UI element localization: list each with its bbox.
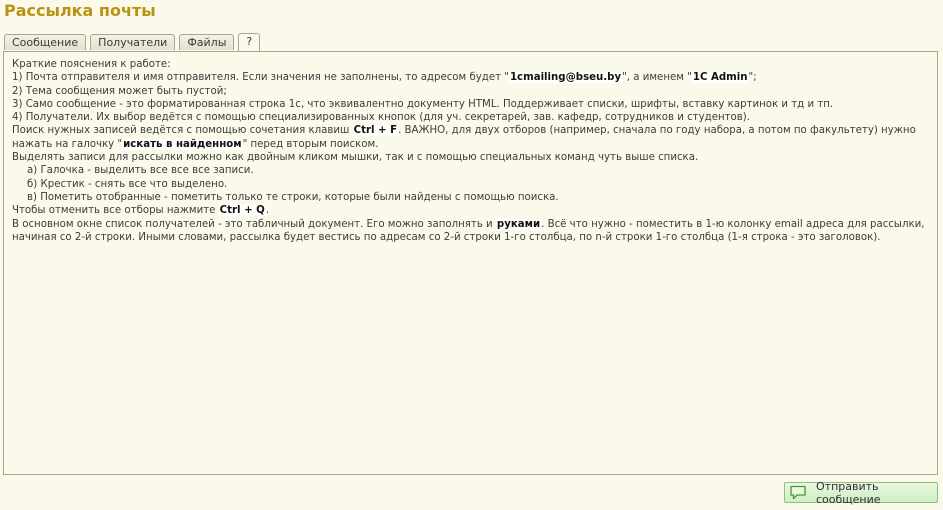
help-cancel-end: .	[265, 205, 270, 217]
help-item-3: 3) Само сообщение - это форматированная …	[12, 98, 834, 110]
manual-fill-word: руками	[495, 218, 542, 230]
mail-window: Рассылка почты Сообщение Получатели Файл…	[0, 0, 943, 510]
help-item-1: 1) Почта отправителя и имя отправителя. …	[12, 71, 930, 84]
search-shortcut: Ctrl + F	[352, 125, 399, 137]
help-panel: Краткие пояснения к работе: 1) Почта отп…	[3, 51, 938, 475]
help-recipients-text: В основном окне список получателей - это…	[12, 218, 496, 230]
help-select-b: б) Крестик - снять все что выделено.	[27, 178, 228, 190]
window-title: Рассылка почты	[4, 1, 156, 20]
send-message-label: Отправить сообщение	[816, 479, 881, 506]
help-select-a: а) Галочка - выделить все все все записи…	[27, 165, 254, 177]
help-item-1-end: ";	[748, 72, 757, 84]
help-select-c: в) Пометить отобранные - пометить только…	[27, 191, 559, 203]
help-recipients: В основном окне список получателей - это…	[12, 218, 930, 245]
default-sender-email: 1cmailing@bseu.by	[508, 72, 623, 84]
default-sender-name: 1C Admin	[691, 72, 749, 84]
cancel-shortcut: Ctrl + Q	[218, 205, 266, 217]
help-search: Поиск нужных записей ведётся с помощью с…	[12, 124, 930, 151]
search-in-found-flag: искать в найденном	[122, 138, 243, 150]
speech-bubble-icon	[789, 485, 807, 501]
tab-bar: Сообщение Получатели Файлы ?	[4, 33, 261, 51]
help-item-4: 4) Получатели. Их выбор ведётся с помощь…	[12, 112, 751, 124]
help-cancel: Чтобы отменить все отборы нажмите Ctrl +…	[12, 204, 930, 217]
help-text: Краткие пояснения к работе: 1) Почта отп…	[12, 58, 930, 244]
send-message-button[interactable]: Отправить сообщение	[784, 479, 938, 506]
help-select-intro: Выделять записи для рассылки можно как д…	[12, 152, 699, 164]
tab-message[interactable]: Сообщение	[4, 34, 87, 50]
help-intro: Краткие пояснения к работе:	[12, 59, 171, 70]
tab-files[interactable]: Файлы	[179, 34, 235, 50]
help-cancel-text: Чтобы отменить все отборы нажмите	[12, 205, 219, 217]
help-search-end: " перед вторым поиском.	[242, 138, 379, 150]
help-search-text: Поиск нужных записей ведётся с помощью с…	[12, 125, 353, 137]
help-item-1-mid: ", а именем "	[622, 72, 692, 84]
help-item-1-text: 1) Почта отправителя и имя отправителя. …	[12, 72, 509, 84]
tab-help[interactable]: ?	[238, 33, 261, 51]
help-item-2: 2) Тема сообщения может быть пустой;	[12, 85, 227, 97]
tab-recipients[interactable]: Получатели	[90, 34, 176, 50]
